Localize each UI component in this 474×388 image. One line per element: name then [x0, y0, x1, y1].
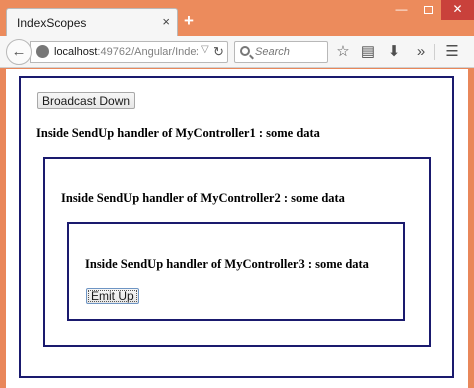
close-window-button[interactable]: ✕ — [441, 0, 474, 20]
url-host: localhost — [54, 46, 98, 58]
url-bar[interactable]: localhost:49762/Angular/IndexContr ▽ ↻ — [30, 41, 228, 63]
broadcast-down-button[interactable]: Broadcast Down — [37, 92, 136, 109]
url-text[interactable]: localhost:49762/Angular/IndexContr — [54, 46, 198, 58]
search-icon — [240, 46, 250, 56]
page-viewport: Broadcast Down Inside SendUp handler of … — [6, 69, 468, 388]
title-bar: IndexScopes × + — ✕ — [0, 0, 474, 37]
controller1-message: Inside SendUp handler of MyController1 :… — [36, 126, 320, 140]
controller2-message: Inside SendUp handler of MyController2 :… — [61, 191, 345, 205]
download-icon[interactable]: ⬇ — [385, 43, 403, 61]
maximize-button[interactable] — [415, 0, 442, 20]
hamburger-menu-icon[interactable]: ☰ — [443, 43, 461, 61]
maximize-icon — [424, 6, 433, 14]
back-button[interactable]: ← — [6, 39, 32, 65]
navigation-toolbar: localhost:49762/Angular/IndexContr ▽ ↻ ←… — [0, 36, 474, 68]
globe-icon — [36, 45, 49, 58]
emit-up-button[interactable]: Emit Up — [86, 288, 139, 304]
new-tab-button[interactable]: + — [184, 12, 194, 29]
tab-title: IndexScopes — [17, 16, 87, 30]
url-path: :49762/Angular/IndexContr — [97, 46, 198, 58]
reload-icon[interactable]: ↻ — [213, 44, 224, 60]
minimize-button[interactable]: — — [388, 0, 415, 20]
close-tab-icon[interactable]: × — [162, 14, 170, 29]
search-input[interactable] — [255, 44, 325, 60]
toolbar-divider — [434, 44, 435, 60]
tab-indexscopes[interactable]: IndexScopes × — [6, 8, 178, 37]
search-bar[interactable] — [234, 41, 328, 63]
back-arrow-icon: ← — [11, 43, 27, 60]
controller3-message: Inside SendUp handler of MyController3 :… — [85, 257, 369, 271]
chevron-double-icon[interactable]: » — [412, 43, 430, 61]
star-icon[interactable]: ☆ — [334, 43, 352, 61]
dropdown-arrow-icon[interactable]: ▽ — [201, 44, 209, 55]
clipboard-icon[interactable]: ▤ — [359, 43, 377, 61]
